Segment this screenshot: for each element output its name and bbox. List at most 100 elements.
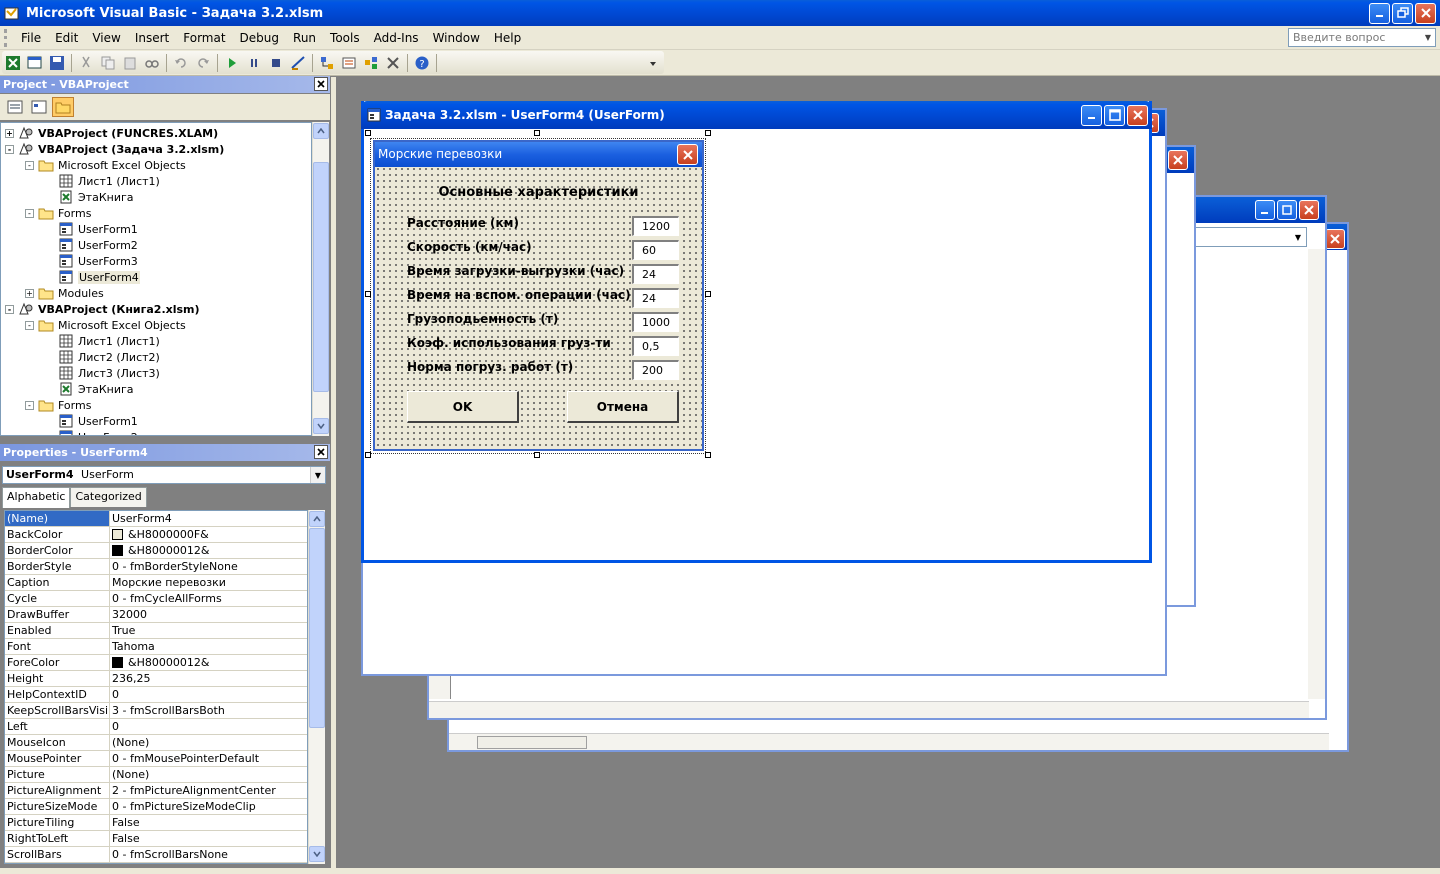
textbox-loading-norm[interactable]: 200	[632, 360, 679, 380]
resize-handle[interactable]	[705, 452, 711, 458]
object-select[interactable]: UserForm4 UserForm ▼	[2, 466, 326, 484]
view-object-icon[interactable]	[28, 97, 50, 117]
tree-item[interactable]: - Microsoft Excel Objects	[25, 317, 186, 333]
minimize-button[interactable]	[1255, 200, 1275, 220]
resize-handle[interactable]	[365, 452, 371, 458]
break-icon[interactable]	[243, 52, 265, 74]
property-row[interactable]: Enabled True	[5, 623, 307, 639]
property-row[interactable]: RightToLeft False	[5, 831, 307, 847]
pane-splitter[interactable]	[331, 77, 336, 874]
menu-run[interactable]: Run	[286, 29, 323, 47]
expand-icon[interactable]: +	[5, 128, 14, 138]
property-value[interactable]: Морские перевозки	[110, 575, 307, 590]
cut-icon[interactable]	[75, 52, 97, 74]
label-loading-time[interactable]: Время загрузки-выгрузки (час)	[407, 264, 624, 278]
menu-view[interactable]: View	[85, 29, 127, 47]
property-value[interactable]: 0 - fmScrollBarsNone	[110, 847, 307, 862]
toggle-folders-icon[interactable]	[52, 97, 74, 117]
label-loading-norm[interactable]: Норма погруз. работ (т)	[407, 360, 573, 374]
tree-item[interactable]: ЭтаКнига	[45, 189, 134, 205]
resize-handle[interactable]	[705, 291, 711, 297]
expand-icon[interactable]: +	[25, 288, 34, 298]
minimize-button[interactable]	[1081, 104, 1102, 126]
textbox-speed[interactable]: 60	[632, 240, 679, 260]
menu-help[interactable]: Help	[487, 29, 528, 47]
object-browser-icon[interactable]	[360, 52, 382, 74]
reset-icon[interactable]	[265, 52, 287, 74]
menu-tools[interactable]: Tools	[323, 29, 367, 47]
undo-icon[interactable]	[170, 52, 192, 74]
property-value[interactable]: 3 - fmScrollBarsBoth	[110, 703, 307, 718]
close-button[interactable]	[1127, 104, 1148, 126]
tree-item[interactable]: - Forms	[25, 397, 91, 413]
property-row[interactable]: BackColor &H8000000F&	[5, 527, 307, 543]
label-capacity[interactable]: Грузоподьемность (т)	[407, 312, 558, 326]
property-row[interactable]: MouseIcon (None)	[5, 735, 307, 751]
menu-grip[interactable]	[4, 28, 10, 47]
menu-file[interactable]: File	[14, 29, 48, 47]
property-value[interactable]: 236,25	[110, 671, 307, 686]
view-excel-icon[interactable]	[2, 52, 24, 74]
tree-item[interactable]: UserForm1	[45, 221, 138, 237]
menu-format[interactable]: Format	[176, 29, 232, 47]
properties-window-icon[interactable]	[338, 52, 360, 74]
property-row[interactable]: Left 0	[5, 719, 307, 735]
property-value[interactable]: &H8000000F&	[110, 527, 307, 542]
properties-scrollbar[interactable]	[308, 510, 325, 864]
tree-item[interactable]: Лист1 (Лист1)	[45, 173, 160, 189]
collapse-icon[interactable]: -	[25, 320, 34, 330]
toolbox-icon[interactable]	[382, 52, 404, 74]
cancel-button[interactable]: Отмена	[567, 391, 679, 423]
property-row[interactable]: ForeColor &H80000012&	[5, 655, 307, 671]
label-speed[interactable]: Скорость (км/час)	[407, 240, 532, 254]
scroll-down-icon[interactable]	[313, 418, 329, 434]
property-value[interactable]: 0 - fmPictureSizeModeClip	[110, 799, 307, 814]
tree-item[interactable]: ЭтаКнига	[45, 381, 134, 397]
collapse-icon[interactable]: -	[5, 304, 14, 314]
menu-window[interactable]: Window	[426, 29, 487, 47]
toolbar-options-icon[interactable]	[642, 52, 664, 74]
property-row[interactable]: Cycle 0 - fmCycleAllForms	[5, 591, 307, 607]
run-icon[interactable]	[221, 52, 243, 74]
textbox-capacity-utilization[interactable]: 0,5	[632, 336, 679, 356]
chevron-down-icon[interactable]: ▼	[310, 467, 325, 483]
property-row[interactable]: Picture (None)	[5, 767, 307, 783]
scroll-up-icon[interactable]	[309, 511, 325, 527]
property-value[interactable]: 32000	[110, 607, 307, 622]
chevron-down-icon[interactable]: ▼	[1421, 29, 1435, 46]
close-button[interactable]	[1325, 229, 1345, 249]
property-value[interactable]: True	[110, 623, 307, 638]
property-row[interactable]: Caption Морские перевозки	[5, 575, 307, 591]
close-button[interactable]	[1168, 150, 1188, 170]
tree-item[interactable]: UserForm1	[45, 413, 138, 429]
property-value[interactable]: (None)	[110, 767, 307, 782]
collapse-icon[interactable]: -	[25, 208, 34, 218]
menu-debug[interactable]: Debug	[233, 29, 286, 47]
textbox-distance[interactable]: 1200	[632, 216, 679, 236]
tree-item[interactable]: - VBAProject (Задача 3.2.xlsm)	[5, 141, 224, 157]
property-value[interactable]: False	[110, 831, 307, 846]
property-row[interactable]: DrawBuffer 32000	[5, 607, 307, 623]
resize-handle[interactable]	[365, 130, 371, 136]
scroll-down-icon[interactable]	[309, 846, 325, 862]
horizontal-scrollbar[interactable]	[429, 701, 1309, 718]
label-capacity-utilization[interactable]: Коэф. использования груз-ти	[407, 336, 611, 350]
textbox-capacity[interactable]: 1000	[632, 312, 679, 332]
restore-button[interactable]	[1392, 2, 1413, 24]
vertical-scrollbar[interactable]	[1308, 249, 1325, 699]
property-value[interactable]: 0 - fmBorderStyleNone	[110, 559, 307, 574]
property-value[interactable]: Tahoma	[110, 639, 307, 654]
tab-alphabetic[interactable]: Alphabetic	[2, 487, 71, 508]
scroll-thumb[interactable]	[309, 528, 325, 728]
tree-item[interactable]: Лист3 (Лист3)	[45, 365, 160, 381]
close-icon[interactable]	[677, 144, 698, 165]
textbox-aux-operations-time[interactable]: 24	[632, 288, 679, 308]
tree-item[interactable]: UserForm2	[45, 429, 138, 435]
tree-item[interactable]: + Modules	[25, 285, 104, 301]
tree-item[interactable]: + VBAProject (FUNCRES.XLAM)	[5, 125, 218, 141]
horizontal-scrollbar[interactable]	[449, 733, 1329, 750]
chevron-down-icon[interactable]: ▼	[1290, 228, 1306, 246]
collapse-icon[interactable]: -	[5, 144, 14, 154]
scroll-up-icon[interactable]	[313, 123, 329, 139]
property-row[interactable]: KeepScrollBarsVisible3 - fmScrollBarsBot…	[5, 703, 307, 719]
